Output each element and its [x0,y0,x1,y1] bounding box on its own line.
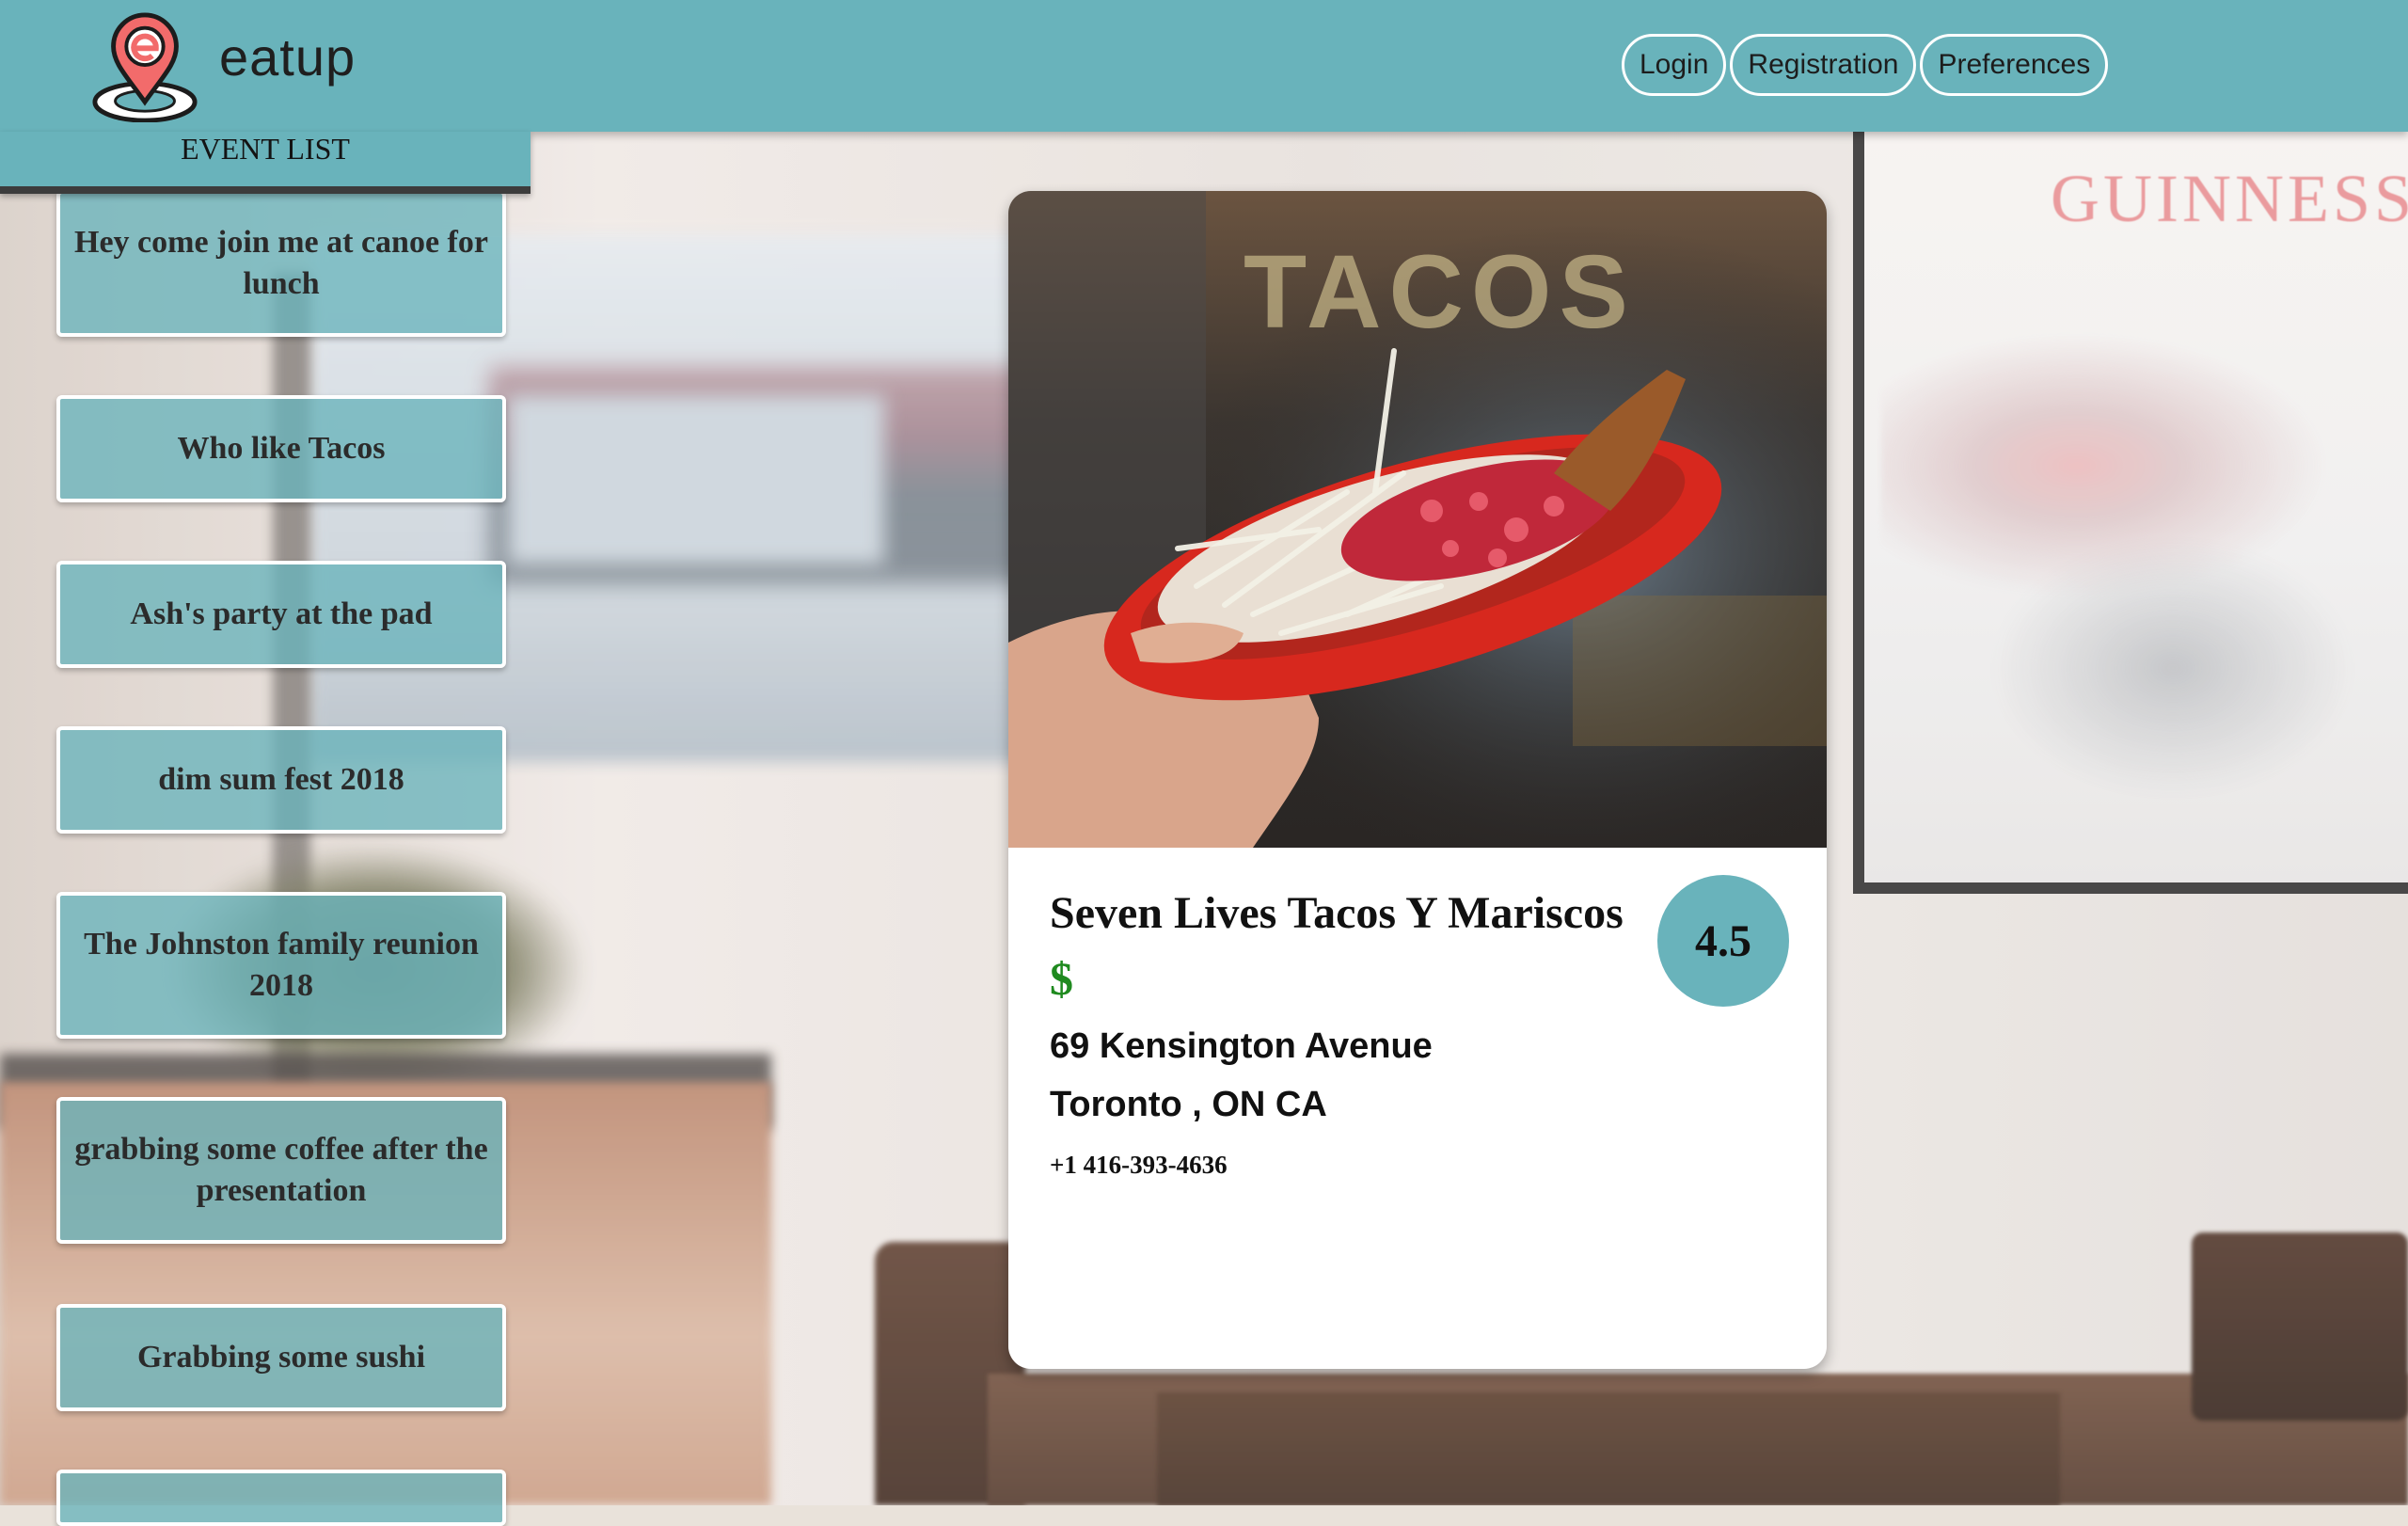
price-level: $ [1050,952,1073,1005]
restaurant-name: Seven Lives Tacos Y Mariscos [1050,888,1624,938]
address-line-2: Toronto , ON CA [1050,1085,1327,1124]
login-button[interactable]: Login [1622,34,1727,96]
top-nav: Login Registration Preferences [1622,34,2109,96]
event-item[interactable]: The Johnston family reunion 2018 [56,892,506,1039]
location-pin-logo-icon [92,12,198,122]
event-item[interactable]: Who like Tacos [56,395,506,502]
event-item[interactable]: grabbing some coffee after the presentat… [56,1097,506,1244]
event-item[interactable]: Hey come join me at canoe for lunch [56,190,506,337]
restaurant-photo: TACOS [1008,191,1827,848]
top-header: eatup Login Registration Preferences [0,0,2408,132]
preferences-button[interactable]: Preferences [1920,34,2109,96]
brand-name: eatup [219,27,356,87]
rating-badge: 4.5 [1657,875,1789,1007]
event-item[interactable]: Ash's party at the pad [56,561,506,668]
address-line-1: 69 Kensington Avenue [1050,1026,1433,1066]
photo-sign-text: TACOS [1244,234,1636,350]
event-list-header: EVENT LIST [0,132,531,194]
event-item[interactable]: dim sum fest 2018 [56,726,506,834]
event-item[interactable]: Grabbing some sushi [56,1304,506,1411]
event-item[interactable] [56,1470,506,1526]
registration-button[interactable]: Registration [1730,34,1917,96]
restaurant-card[interactable]: TACOS Seven Lives Tacos Y Mariscos $ 69 … [1008,191,1827,1369]
phone-number: +1 416-393-4636 [1050,1151,1228,1179]
event-list-title: EVENT LIST [181,132,350,166]
